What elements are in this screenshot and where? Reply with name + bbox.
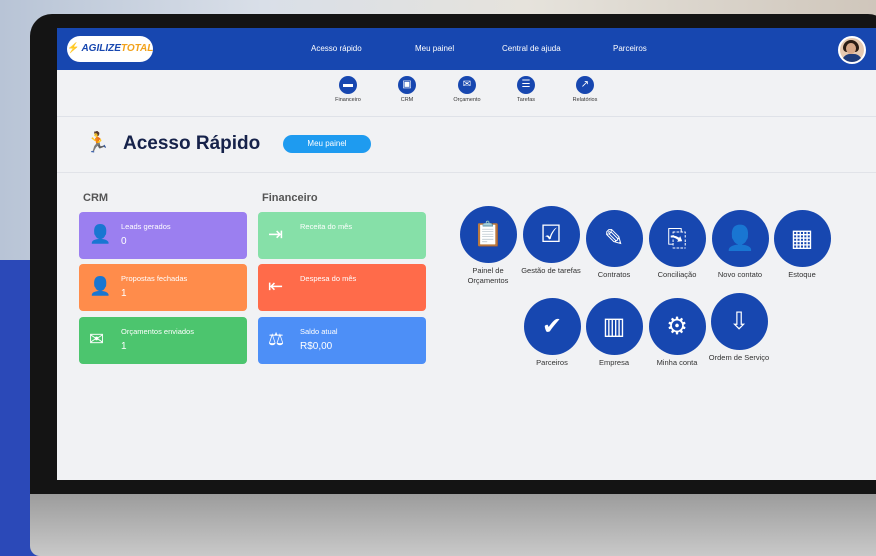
card-propostas-fechadas[interactable]: 👤 Propostas fechadas 1	[79, 264, 247, 311]
running-person-icon: 🏃	[85, 132, 110, 154]
card-label: Propostas fechadas	[121, 274, 188, 283]
qa-parceiros[interactable]: ✔ Parceiros	[517, 298, 587, 368]
qa-gestao-de-tarefas[interactable]: ☑ Gestão de tarefas	[516, 206, 586, 276]
module-label: Tarefas	[516, 97, 536, 103]
sign-in-icon: ⇥	[268, 224, 284, 244]
top-navbar: ⚡ AGILIZETOTAL Acesso rápido Meu painel C…	[57, 28, 876, 70]
logo-suffix: TOTAL	[120, 43, 154, 54]
user-gear-icon: ⚙	[648, 298, 706, 355]
app-screen: ⚡ AGILIZETOTAL Acesso rápido Meu painel C…	[57, 28, 876, 480]
card-label: Despesa do mês	[300, 274, 357, 283]
logo-bolt-icon: ⚡	[67, 43, 80, 54]
module-tarefas[interactable]: ☰ Tarefas	[501, 76, 551, 103]
qa-painel-de-orcamentos[interactable]: 📋 Painel de Orçamentos	[453, 206, 523, 286]
page-title: Acesso Rápido	[123, 133, 261, 154]
card-value: R$0,00	[300, 341, 333, 352]
qa-label: Minha conta	[656, 358, 698, 367]
module-orcamento[interactable]: ✉ Orçamento	[442, 76, 492, 103]
module-relatorios[interactable]: ↗ Relatórios	[560, 76, 610, 103]
logo-prefix: AGILIZE	[81, 43, 121, 54]
card-label: Saldo atual	[300, 327, 338, 336]
qa-novo-contato[interactable]: 👤 Novo contato	[705, 210, 775, 280]
add-user-icon: 👤	[89, 224, 112, 244]
shield-check-icon: ✔	[523, 298, 581, 355]
module-financeiro[interactable]: ▬ Financeiro	[323, 76, 373, 103]
card-value: 1	[121, 288, 127, 299]
document-edit-icon: ✎	[585, 210, 643, 267]
file-import-icon: ⎘	[648, 210, 706, 267]
qa-label: Conciliação	[657, 270, 697, 279]
module-iconbar: ▬ Financeiro ▣ CRM ✉ Orçamento ☰ Tarefas…	[57, 70, 876, 117]
add-user-icon: 👤	[711, 210, 769, 267]
envelope-icon: ✉	[458, 76, 476, 94]
boxes-icon: ▦	[773, 210, 831, 267]
qa-conciliacao[interactable]: ⎘ Conciliação	[642, 210, 712, 280]
nav-parceiros[interactable]: Parceiros	[613, 28, 647, 70]
module-label: Relatórios	[572, 97, 598, 103]
qa-empresa[interactable]: ▥ Empresa	[579, 298, 649, 368]
qa-label: Parceiros	[536, 358, 568, 367]
module-label: Orçamento	[453, 97, 481, 103]
module-label: Financeiro	[335, 97, 361, 103]
app-logo[interactable]: ⚡ AGILIZETOTAL	[67, 36, 153, 62]
qa-minha-conta[interactable]: ⚙ Minha conta	[642, 298, 712, 368]
qa-estoque[interactable]: ▦ Estoque	[767, 210, 837, 280]
card-label: Receita do mês	[300, 222, 353, 231]
card-value: 0	[121, 236, 127, 247]
monitor-chin	[30, 494, 876, 556]
nav-meu-painel[interactable]: Meu painel	[415, 28, 454, 70]
contact-card-icon: ▣	[398, 76, 416, 94]
qa-label: Empresa	[598, 358, 629, 367]
crm-section-title: CRM	[83, 192, 109, 204]
wallet-icon: ▬	[339, 76, 357, 94]
meu-painel-button[interactable]: Meu painel	[283, 135, 371, 153]
page-header: 🏃 Acesso Rápido Meu painel	[57, 116, 876, 173]
qa-contratos[interactable]: ✎ Contratos	[579, 210, 649, 280]
qa-label: Ordem de Serviço	[708, 353, 770, 362]
checklist-icon: ☑	[522, 206, 580, 263]
qa-label: Painel de Orçamentos	[467, 266, 509, 285]
task-list-icon: ☰	[517, 76, 535, 94]
qa-label: Gestão de tarefas	[521, 266, 581, 275]
card-saldo-atual[interactable]: ⚖ Saldo atual R$0,00	[258, 317, 426, 364]
nav-acesso-rapido[interactable]: Acesso rápido	[311, 28, 362, 70]
qa-ordem-de-servico[interactable]: ⇩ Ordem de Serviço	[704, 293, 774, 363]
clipboard-search-icon: 📋	[459, 206, 517, 263]
module-label: CRM	[400, 97, 414, 103]
user-check-icon: 👤	[89, 276, 112, 296]
qa-label: Estoque	[788, 270, 816, 279]
qa-label: Contratos	[597, 270, 631, 279]
nav-central-de-ajuda[interactable]: Central de ajuda	[502, 28, 561, 70]
qa-label: Novo contato	[717, 270, 763, 279]
service-order-icon: ⇩	[710, 293, 768, 350]
line-chart-icon: ↗	[576, 76, 594, 94]
card-value: 1	[121, 341, 127, 352]
card-receita-do-mes[interactable]: ⇥ Receita do mês	[258, 212, 426, 259]
balance-scale-icon: ⚖	[268, 329, 285, 349]
card-label: Orçamentos enviados	[121, 327, 194, 336]
card-label: Leads gerados	[121, 222, 171, 231]
envelope-icon: ✉	[89, 329, 105, 349]
sign-out-icon: ⇤	[268, 276, 284, 296]
card-despesa-do-mes[interactable]: ⇤ Despesa do mês	[258, 264, 426, 311]
card-orcamentos-enviados[interactable]: ✉ Orçamentos enviados 1	[79, 317, 247, 364]
module-crm[interactable]: ▣ CRM	[382, 76, 432, 103]
financeiro-section-title: Financeiro	[262, 192, 318, 204]
user-avatar[interactable]	[838, 36, 866, 64]
building-gear-icon: ▥	[585, 298, 643, 355]
card-leads-gerados[interactable]: 👤 Leads gerados 0	[79, 212, 247, 259]
